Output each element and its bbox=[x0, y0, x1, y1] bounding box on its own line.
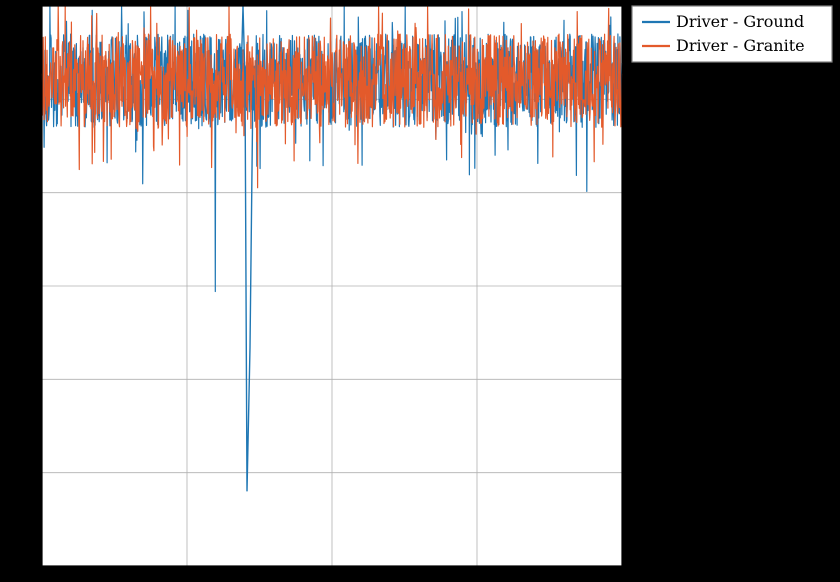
legend-label: Driver - Ground bbox=[676, 12, 804, 31]
chart-container: Driver - Ground Driver - Granite bbox=[0, 0, 840, 582]
line-chart: Driver - Ground Driver - Granite bbox=[0, 0, 840, 582]
legend-label: Driver - Granite bbox=[676, 36, 805, 55]
